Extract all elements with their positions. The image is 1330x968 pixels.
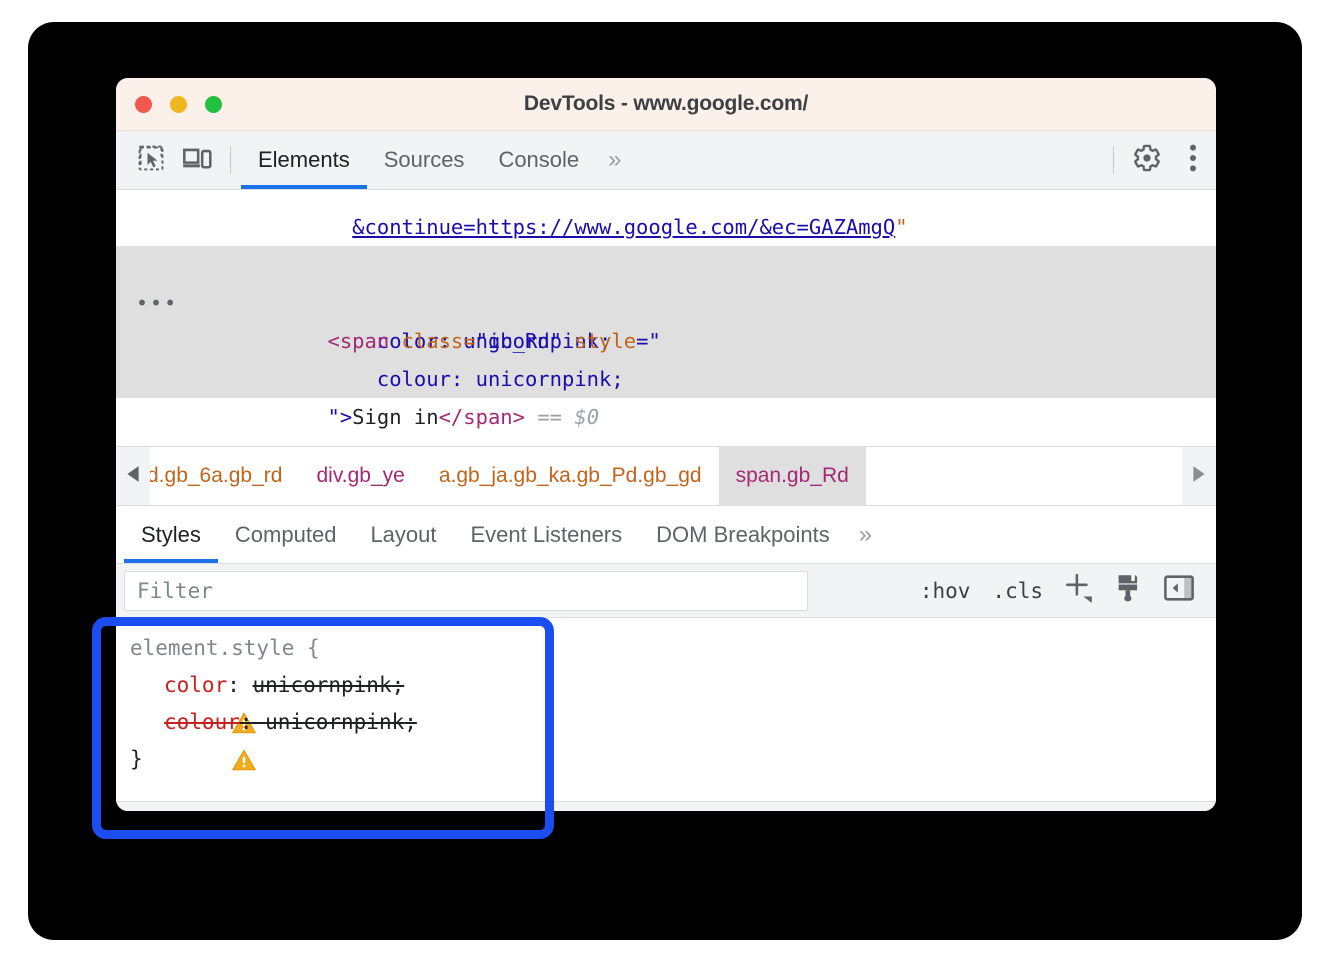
dom-tag-close: </span> [439, 405, 525, 429]
plus-icon [1063, 573, 1095, 608]
styles-rules-pane[interactable]: element.style { color: unicornpink; [116, 618, 1216, 811]
dom-line-selected[interactable]: color: unicornpink; [116, 284, 1216, 322]
dom-class-value: "gb_Rd" [476, 329, 562, 353]
dom-indent [204, 405, 327, 429]
style-rule-closing-brace: } [116, 741, 1216, 778]
declaration-colon: : [240, 704, 265, 741]
more-panels-chevron-icon[interactable]: » [596, 131, 630, 189]
dom-line-selected[interactable]: ••• <span class="gb_Rd" style=" [116, 246, 1216, 284]
warning-triangle-icon [130, 710, 156, 736]
device-toolbar-icon [182, 144, 212, 177]
breadcrumb-scroll-right-button[interactable] [1182, 447, 1216, 505]
devtools-window: DevTools - www.google.com/ [116, 78, 1216, 811]
dom-tag-open: <span [327, 329, 401, 353]
more-sidebar-tabs-chevron-icon[interactable]: » [847, 506, 881, 563]
dom-attr-url[interactable]: &continue=https://www.google.com/&ec=GAZ… [352, 215, 895, 239]
gear-icon [1132, 143, 1162, 178]
dom-indent [204, 329, 327, 353]
breadcrumb-item-1[interactable]: div.gb_ye [299, 447, 421, 505]
toggle-element-state-button[interactable]: :hov [911, 579, 980, 603]
toolbar-divider-right [1113, 146, 1114, 174]
style-declaration-colour[interactable]: colour: unicornpink; [116, 704, 1216, 741]
toggle-class-button[interactable]: .cls [983, 579, 1052, 603]
toggle-sidebar-icon [1164, 574, 1194, 607]
settings-button[interactable] [1124, 137, 1170, 183]
dom-quote: " [895, 215, 907, 239]
dom-attr-style: style [562, 329, 636, 353]
breadcrumb-item-3-selected[interactable]: span.gb_Rd [719, 447, 866, 505]
dom-attr-class: class [402, 329, 464, 353]
toolbar-divider [230, 146, 231, 174]
styles-sidebar-tabs: Styles Computed Layout Event Listeners D… [116, 506, 1216, 564]
dom-indent [204, 367, 377, 391]
inspect-element-button[interactable] [128, 137, 174, 183]
tab-sources[interactable]: Sources [367, 131, 482, 189]
window-title: DevTools - www.google.com/ [116, 92, 1216, 116]
kebab-menu-icon [1189, 143, 1197, 178]
style-declaration-color[interactable]: color: unicornpink; [116, 667, 1216, 704]
dom-line[interactable]: &continue=https://www.google.com/&ec=GAZ… [116, 190, 1216, 208]
paintbrush-icon [1115, 573, 1143, 608]
tab-styles[interactable]: Styles [124, 506, 218, 563]
tab-computed[interactable]: Computed [218, 506, 354, 563]
tab-elements[interactable]: Elements [241, 131, 367, 189]
tab-dom-breakpoints[interactable]: DOM Breakpoints [639, 506, 847, 563]
selector-label: element.style { [130, 630, 320, 667]
declaration-semicolon: ; [404, 704, 417, 741]
right-arrow-icon [1192, 465, 1206, 488]
declaration-colon: : [227, 667, 252, 704]
closing-brace: } [130, 741, 143, 778]
device-toolbar-button[interactable] [174, 137, 220, 183]
left-arrow-icon [126, 465, 140, 488]
inspect-element-icon [137, 144, 165, 177]
new-style-rule-button[interactable] [1056, 570, 1102, 612]
breadcrumb-item-0[interactable]: d.gb_6a.gb_rd [150, 447, 299, 505]
toggle-sidebar-button[interactable] [1156, 570, 1202, 612]
dom-style-decl-colour: colour: unicornpink; [377, 367, 624, 391]
styles-toolbar-actions: :hov .cls [808, 570, 1216, 612]
collapsed-nodes-badge[interactable]: ••• [136, 284, 164, 322]
warning-triangle-icon [130, 673, 156, 699]
tab-layout[interactable]: Layout [353, 506, 453, 563]
dom-console-ref: $0 [574, 405, 599, 429]
styles-pane-bottom-strip [116, 801, 1216, 811]
filter-input[interactable]: Filter [124, 571, 808, 611]
declaration-semicolon: ; [392, 667, 405, 704]
breadcrumb-list: d.gb_6a.gb_rd div.gb_ye a.gb_ja.gb_ka.gb… [150, 447, 1182, 505]
dom-equals: = [463, 329, 475, 353]
breadcrumb-scroll-left-button[interactable] [116, 447, 150, 505]
more-options-button[interactable] [1170, 137, 1216, 183]
tab-console[interactable]: Console [481, 131, 596, 189]
dom-style-close: "> [327, 405, 352, 429]
copy-styles-button[interactable] [1106, 570, 1152, 612]
dom-text-node: Sign in [352, 405, 438, 429]
declaration-property[interactable]: color [164, 667, 227, 704]
tab-event-listeners[interactable]: Event Listeners [454, 506, 640, 563]
dom-style-open: =" [636, 329, 661, 353]
declaration-value[interactable]: unicornpink [265, 704, 404, 741]
breadcrumb-item-2[interactable]: a.gb_ja.gb_ka.gb_Pd.gb_gd [422, 447, 719, 505]
devtools-main-toolbar: Elements Sources Console » [116, 131, 1216, 190]
declaration-property[interactable]: colour [164, 704, 240, 741]
breadcrumb: d.gb_6a.gb_rd div.gb_ye a.gb_ja.gb_ka.gb… [116, 446, 1216, 506]
style-rule-selector[interactable]: element.style { [116, 630, 1216, 667]
dom-tree-panel[interactable]: &continue=https://www.google.com/&ec=GAZ… [116, 190, 1216, 446]
dom-indent [204, 215, 352, 239]
dom-equals-marker: == [525, 405, 574, 429]
declaration-value[interactable]: unicornpink [253, 667, 392, 704]
styles-filter-toolbar: Filter :hov .cls [116, 564, 1216, 618]
window-title-bar: DevTools - www.google.com/ [116, 78, 1216, 131]
